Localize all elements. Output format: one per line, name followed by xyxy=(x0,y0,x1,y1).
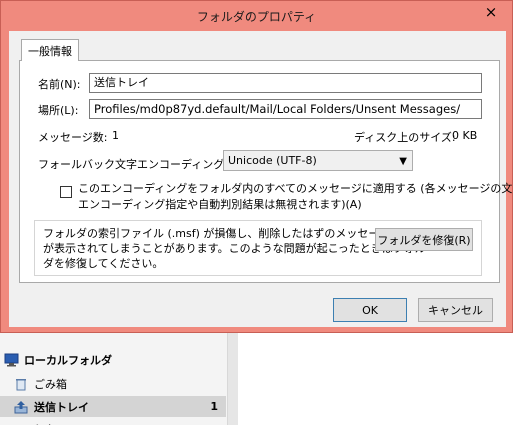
encoding-label: フォールバック文字エンコーディング(E): xyxy=(38,158,244,171)
repair-text-3: ダを修復してください。 xyxy=(43,257,164,270)
folder-unsent[interactable]: 送信トレイ 1 xyxy=(0,396,226,417)
ok-button[interactable]: OK xyxy=(333,298,407,322)
folder-properties-dialog: フォルダのプロパティ × 一般情報 名前(N): 送信トレイ 場所(L): Pr… xyxy=(0,0,513,333)
folder-label: 保存 xyxy=(34,422,56,425)
computer-icon xyxy=(4,353,20,367)
folder-local-folders[interactable]: ローカルフォルダ xyxy=(0,349,226,370)
dialog-client: 一般情報 名前(N): 送信トレイ 場所(L): Profiles/md0p87… xyxy=(9,31,513,327)
repair-text-1: フォルダの索引ファイル (.msf) が損傷し、削除したはずのメッセージ xyxy=(43,227,391,240)
disk-size-label: ディスク上のサイズ: xyxy=(354,131,456,144)
messages-label: メッセージ数: xyxy=(38,131,108,144)
encoding-selected: Unicode (UTF-8) xyxy=(228,154,317,167)
trash-icon xyxy=(14,377,30,391)
folder-label: 送信トレイ xyxy=(34,400,89,414)
apply-all-label-1: このエンコーディングをフォルダ内のすべてのメッセージに適用する (各メッセージの… xyxy=(78,182,513,195)
close-icon[interactable]: × xyxy=(476,1,506,23)
name-field[interactable]: 送信トレイ xyxy=(89,73,482,93)
cancel-button[interactable]: キャンセル xyxy=(418,298,493,322)
folder-label: ローカルフォルダ xyxy=(24,353,112,367)
folder-trash[interactable]: ごみ箱 xyxy=(0,373,226,394)
folder-next[interactable]: 保存 6 xyxy=(0,419,226,425)
chevron-down-icon: ▼ xyxy=(399,156,407,167)
encoding-select[interactable]: Unicode (UTF-8) ▼ xyxy=(223,150,413,171)
pane-splitter[interactable] xyxy=(228,330,238,425)
location-field[interactable]: Profiles/md0p87yd.default/Mail/Local Fol… xyxy=(89,99,482,119)
folder-label: ごみ箱 xyxy=(34,377,67,391)
name-label: 名前(N): xyxy=(38,78,81,91)
general-panel: 名前(N): 送信トレイ 場所(L): Profiles/md0p87yd.de… xyxy=(19,60,513,283)
dialog-title: フォルダのプロパティ xyxy=(196,9,317,24)
repair-group: フォルダの索引ファイル (.msf) が損傷し、削除したはずのメッセージ が表示… xyxy=(34,220,482,276)
messages-count: 1 xyxy=(112,129,119,142)
repair-text-2: が表示されてしまうことがあります。このような問題が起こったときはフォル xyxy=(43,242,426,255)
tab-general[interactable]: 一般情報 xyxy=(21,39,79,61)
apply-all-label-2: エンコーディング指定や自動判別結果は無視されます)(A) xyxy=(78,198,362,211)
unread-count: 1 xyxy=(210,400,218,413)
apply-all-checkbox[interactable] xyxy=(60,186,72,198)
disk-size-value: 0 KB xyxy=(452,129,478,142)
repair-folder-button[interactable]: フォルダを修復(R) xyxy=(375,228,473,251)
outbox-icon xyxy=(14,400,30,414)
location-label: 場所(L): xyxy=(38,104,79,117)
